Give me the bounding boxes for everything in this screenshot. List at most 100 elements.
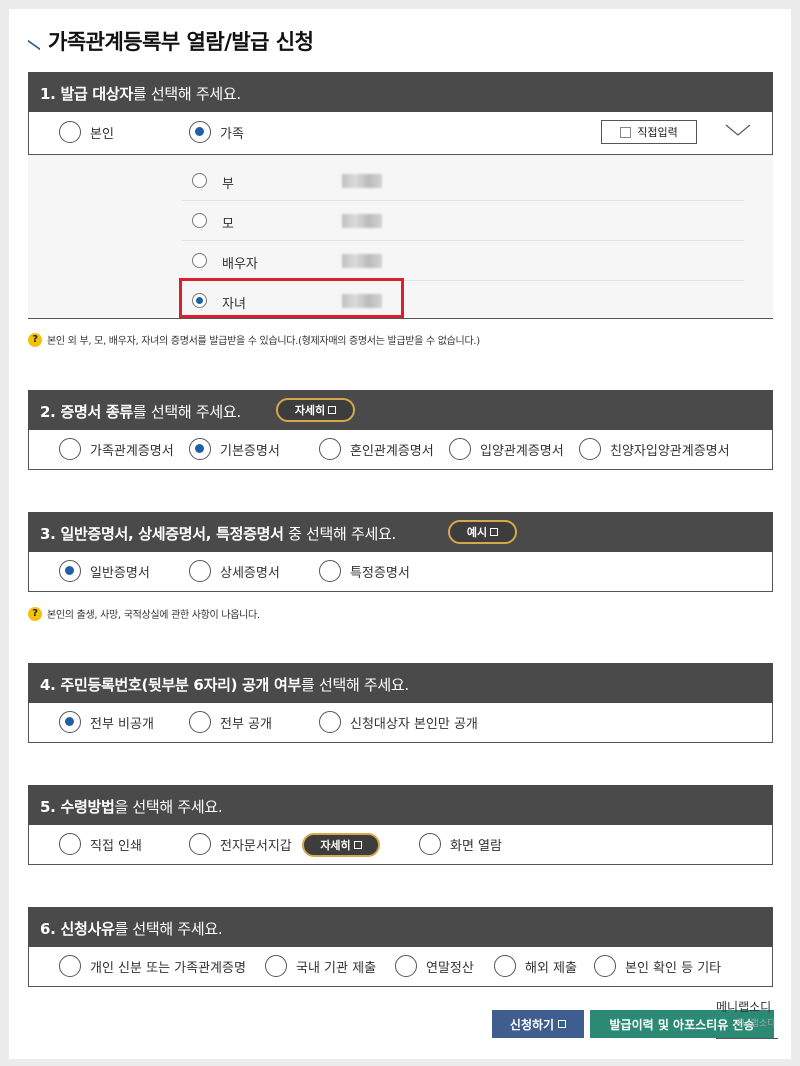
cert-radio-3[interactable] (449, 438, 471, 460)
receive-option-2[interactable]: 화면 열람 (419, 833, 502, 855)
external-link-icon (328, 406, 337, 414)
family-label-spouse: 배우자 (222, 257, 258, 272)
checkbox-icon (620, 126, 632, 138)
apply-button[interactable]: 신청하기 (492, 1010, 584, 1038)
receive-label-2: 화면 열람 (450, 838, 502, 854)
type-radio-2[interactable] (319, 560, 341, 582)
cert-label-4: 친양자입양관계증명서 (610, 443, 730, 459)
section5-header-rest: 을 선택해 주세요. (114, 798, 223, 816)
rrn-radio-2[interactable] (319, 711, 341, 733)
radio-self-circle[interactable] (59, 121, 81, 143)
issue-history-label: 발급이력 및 아포스티유 전송 (609, 1017, 755, 1032)
section1-note-text: 본인 외 부, 모, 배우자, 자녀의 증명서를 발급받을 수 있습니다.(형제… (47, 336, 480, 347)
section2-header: 2. 증명서 종류를 선택해 주세요. (28, 390, 773, 430)
cert-label-3: 입양관계증명서 (480, 443, 564, 459)
cert-option-3[interactable]: 입양관계증명서 (449, 438, 564, 460)
section5-detail-button[interactable]: 자세히 (302, 833, 380, 857)
cert-radio-0[interactable] (59, 438, 81, 460)
type-label-1: 상세증명서 (220, 565, 280, 581)
section3-note-text: 본인의 출생, 사망, 국적상실에 관한 사항이 나옵니다. (47, 610, 260, 621)
section2-header-bold: 2. 증명서 종류 (40, 403, 133, 421)
section2-detail-label: 자세히 (294, 404, 326, 417)
cert-radio-1[interactable] (189, 438, 211, 460)
section1-options: 본인 가족 직접입력 (28, 112, 773, 155)
type-option-0[interactable]: 일반증명서 (59, 560, 150, 582)
reason-option-1[interactable]: 국내 기관 제출 (265, 955, 376, 977)
receive-option-0[interactable]: 직접 인쇄 (59, 833, 142, 855)
cert-label-0: 가족관계증명서 (90, 443, 174, 459)
radio-self-label: 본인 (90, 126, 114, 142)
watermark-underline (716, 1038, 778, 1039)
section1-header-rest: 를 선택해 주세요. (132, 85, 241, 103)
direct-input-button[interactable]: 직접입력 (601, 120, 697, 144)
cert-option-1[interactable]: 기본증명서 (189, 438, 280, 460)
radio-mother[interactable] (192, 213, 207, 228)
cert-option-2[interactable]: 혼인관계증명서 (319, 438, 434, 460)
rrn-radio-0[interactable] (59, 711, 81, 733)
rrn-option-0[interactable]: 전부 비공개 (59, 711, 154, 733)
section3-example-label: 예시 (466, 526, 488, 539)
radio-self[interactable]: 본인 (59, 121, 114, 143)
title-accent-icon (28, 29, 40, 51)
reason-radio-1[interactable] (265, 955, 287, 977)
cert-option-0[interactable]: 가족관계증명서 (59, 438, 174, 460)
section5-detail-label: 자세히 (320, 839, 351, 852)
section3-header-bold: 3. 일반증명서, 상세증명서, 특정증명서 (40, 525, 284, 543)
question-icon: ? (28, 606, 42, 621)
section3-example-button[interactable]: 예시 (448, 520, 517, 544)
external-link-icon (558, 1020, 567, 1028)
section4-header: 4. 주민등록번호(뒷부분 6자리) 공개 여부를 선택해 주세요. (28, 663, 773, 703)
rrn-option-1[interactable]: 전부 공개 (189, 711, 272, 733)
reason-option-0[interactable]: 개인 신분 또는 가족관계증명 (59, 955, 246, 977)
type-option-1[interactable]: 상세증명서 (189, 560, 280, 582)
radio-father[interactable] (192, 173, 207, 188)
receive-radio-1[interactable] (189, 833, 211, 855)
cert-option-4[interactable]: 친양자입양관계증명서 (579, 438, 730, 460)
reason-option-4[interactable]: 본인 확인 등 기타 (594, 955, 721, 977)
type-radio-0[interactable] (59, 560, 81, 582)
receive-label-0: 직접 인쇄 (90, 838, 142, 854)
reason-option-2[interactable]: 연말정산 (395, 955, 474, 977)
cert-radio-2[interactable] (319, 438, 341, 460)
section1-header-bold: 1. 발급 대상자 (40, 85, 133, 103)
receive-radio-0[interactable] (59, 833, 81, 855)
rrn-radio-1[interactable] (189, 711, 211, 733)
rrn-option-2[interactable]: 신청대상자 본인만 공개 (319, 711, 478, 733)
radio-family[interactable]: 가족 (189, 121, 244, 143)
child-highlight-box (179, 278, 404, 318)
type-radio-1[interactable] (189, 560, 211, 582)
section6-header-bold: 6. 신청사유 (40, 920, 115, 938)
radio-family-label: 가족 (220, 126, 244, 142)
reason-radio-2[interactable] (395, 955, 417, 977)
reason-option-3[interactable]: 해외 제출 (494, 955, 577, 977)
family-row-mother[interactable]: 모 (182, 201, 744, 241)
external-link-icon (490, 528, 499, 536)
type-label-0: 일반증명서 (90, 565, 150, 581)
receive-radio-2[interactable] (419, 833, 441, 855)
family-row-spouse[interactable]: 배우자 (182, 241, 744, 281)
external-link-icon (353, 841, 362, 849)
type-option-2[interactable]: 특정증명서 (319, 560, 410, 582)
rrn-label-2: 신청대상자 본인만 공개 (350, 716, 478, 732)
chevron-down-icon[interactable] (725, 120, 751, 140)
section5-header-bold: 5. 수령방법 (40, 798, 115, 816)
reason-radio-4[interactable] (594, 955, 616, 977)
reason-label-1: 국내 기관 제출 (296, 960, 377, 976)
type-label-2: 특정증명서 (350, 565, 410, 581)
direct-input-label: 직접입력 (637, 126, 678, 139)
reason-label-2: 연말정산 (426, 960, 474, 976)
family-label-mother: 모 (222, 217, 234, 232)
radio-spouse[interactable] (192, 253, 207, 268)
cert-radio-4[interactable] (579, 438, 601, 460)
section6-options: 개인 신분 또는 가족관계증명 국내 기관 제출 연말정산 해외 제출 본인 확… (28, 947, 773, 987)
reason-radio-0[interactable] (59, 955, 81, 977)
reason-label-3: 해외 제출 (525, 960, 577, 976)
reason-radio-3[interactable] (494, 955, 516, 977)
section2-detail-button[interactable]: 자세히 (276, 398, 355, 422)
section4-options: 전부 비공개 전부 공개 신청대상자 본인만 공개 (28, 703, 773, 743)
section4-header-rest: 를 선택해 주세요. (300, 676, 409, 694)
section4-header-bold: 4. 주민등록번호(뒷부분 6자리) 공개 여부 (40, 676, 301, 694)
receive-option-1[interactable]: 전자문서지갑 (189, 833, 292, 855)
family-row-father[interactable]: 부 (182, 161, 744, 201)
radio-family-circle[interactable] (189, 121, 211, 143)
